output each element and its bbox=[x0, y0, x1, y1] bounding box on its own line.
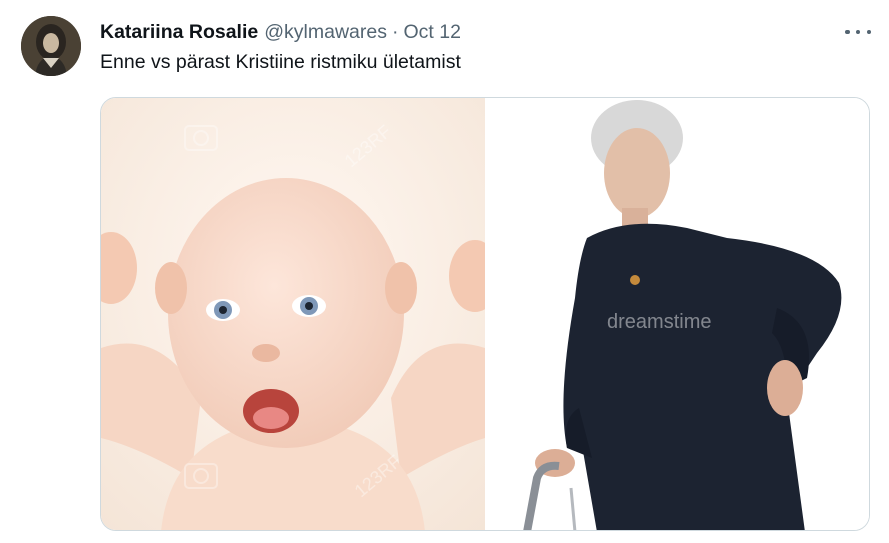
tweet-text: Enne vs pärast Kristiine ristmiku ületam… bbox=[100, 51, 461, 73]
media-image-woman[interactable]: dreamstime bbox=[487, 98, 869, 530]
separator-dot: · bbox=[391, 20, 399, 43]
tweet-header: Katariina Rosalie @kylmawares · Oct 12 bbox=[100, 19, 461, 45]
tweet-date[interactable]: Oct 12 bbox=[403, 21, 460, 44]
baby-photo: 123RF 123RF bbox=[101, 98, 485, 530]
more-dot bbox=[866, 29, 871, 35]
author-name[interactable]: Katariina Rosalie bbox=[100, 21, 258, 44]
tweet-media: 123RF 123RF dreamstime bbox=[100, 97, 870, 531]
author-handle[interactable]: @kylmawares bbox=[264, 21, 387, 44]
more-icon[interactable] bbox=[845, 22, 871, 42]
woman-photo: dreamstime bbox=[487, 98, 869, 530]
author-avatar[interactable] bbox=[21, 16, 81, 76]
more-dot bbox=[855, 29, 861, 35]
media-image-baby[interactable]: 123RF 123RF bbox=[101, 98, 485, 530]
watermark-text: dreamstime bbox=[607, 311, 711, 333]
avatar-image bbox=[21, 16, 81, 76]
more-dot bbox=[845, 29, 850, 35]
